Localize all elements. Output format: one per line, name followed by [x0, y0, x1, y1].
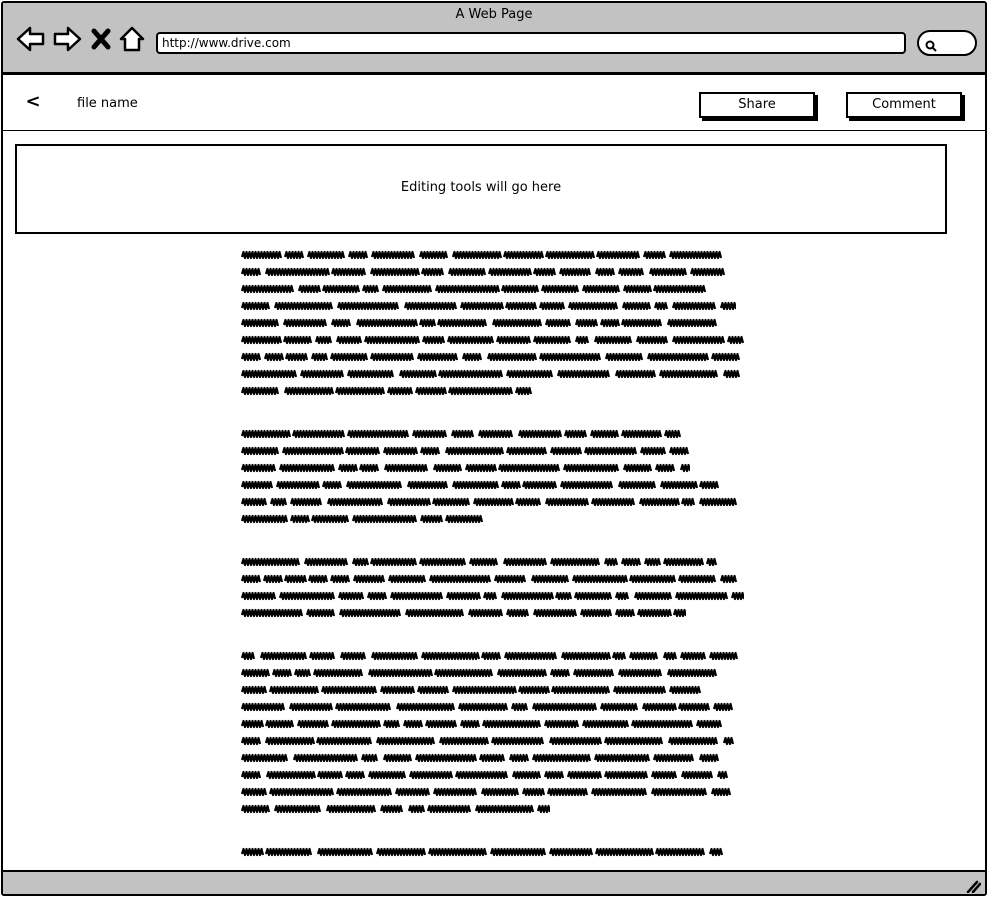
text-line-placeholder — [240, 786, 750, 803]
document-body[interactable] — [240, 249, 750, 889]
text-line-placeholder — [240, 334, 750, 351]
text-line-placeholder — [240, 513, 750, 530]
text-line-placeholder — [240, 769, 750, 786]
document-paragraph — [240, 556, 750, 624]
comment-button[interactable]: Comment — [846, 92, 962, 118]
text-line-placeholder — [240, 317, 750, 334]
stop-icon[interactable] — [90, 25, 112, 53]
text-line-placeholder — [240, 701, 750, 718]
text-line-placeholder — [240, 351, 750, 368]
editing-tools-panel: Editing tools will go here — [15, 144, 947, 234]
text-line-placeholder — [240, 462, 750, 479]
text-line-placeholder — [240, 300, 750, 317]
text-line-placeholder — [240, 556, 750, 573]
document-paragraph — [240, 650, 750, 820]
app-header: < file name Share Comment — [3, 75, 985, 131]
browser-window: A Web Page http://www.drive.com < file n… — [1, 1, 987, 896]
text-line-placeholder — [240, 684, 750, 701]
share-button[interactable]: Share — [699, 92, 815, 118]
text-line-placeholder — [240, 803, 750, 820]
text-line-placeholder — [240, 607, 750, 624]
home-icon[interactable] — [118, 25, 146, 53]
text-line-placeholder — [240, 735, 750, 752]
browser-title: A Web Page — [455, 7, 533, 22]
browser-toolbar: A Web Page http://www.drive.com — [3, 3, 985, 75]
text-line-placeholder — [240, 590, 750, 607]
text-line-placeholder — [240, 718, 750, 735]
text-line-placeholder — [240, 846, 750, 863]
document-paragraph — [240, 249, 750, 402]
text-line-placeholder — [240, 283, 750, 300]
text-line-placeholder — [240, 385, 750, 402]
url-input[interactable]: http://www.drive.com — [156, 32, 906, 54]
text-line-placeholder — [240, 573, 750, 590]
file-name[interactable]: file name — [77, 96, 138, 111]
document-paragraph — [240, 846, 750, 863]
text-line-placeholder — [240, 368, 750, 385]
back-button[interactable]: < — [23, 92, 43, 112]
text-line-placeholder — [240, 667, 750, 684]
text-line-placeholder — [240, 445, 750, 462]
text-line-placeholder — [240, 479, 750, 496]
search-icon — [925, 37, 937, 52]
editing-tools-placeholder: Editing tools will go here — [400, 180, 562, 195]
back-arrow-icon[interactable] — [16, 25, 46, 53]
resize-grip-icon[interactable] — [965, 878, 982, 894]
text-line-placeholder — [240, 752, 750, 769]
forward-arrow-icon[interactable] — [52, 25, 82, 53]
text-line-placeholder — [240, 249, 750, 266]
browser-search-field[interactable] — [917, 30, 977, 56]
text-line-placeholder — [240, 496, 750, 513]
text-line-placeholder — [240, 650, 750, 667]
browser-status-bar — [3, 870, 985, 894]
document-paragraph — [240, 428, 750, 530]
text-line-placeholder — [240, 428, 750, 445]
text-line-placeholder — [240, 266, 750, 283]
